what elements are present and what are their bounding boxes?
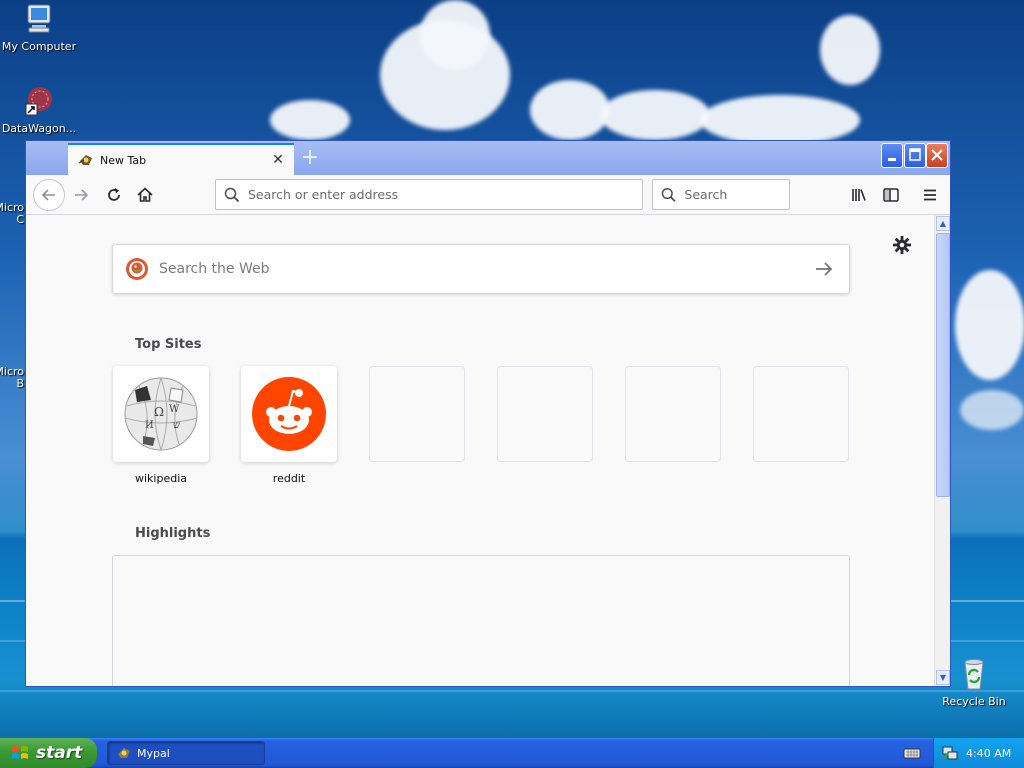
- hamburger-menu-icon: [924, 189, 936, 201]
- maximize-icon: [909, 148, 921, 161]
- sidebar-button[interactable]: [876, 180, 906, 210]
- cloud: [700, 95, 860, 145]
- close-window-button[interactable]: [926, 143, 948, 168]
- search-icon: [661, 187, 676, 202]
- url-bar[interactable]: [215, 179, 643, 210]
- cloud: [420, 0, 490, 70]
- sidebar-icon: [883, 188, 899, 202]
- vertical-scrollbar[interactable]: ▲ ▼: [934, 215, 950, 686]
- top-site-label: wikipedia: [134, 472, 187, 485]
- desktop-icon-label: Recycle Bin: [942, 695, 1006, 708]
- desktop-icon-label: Micro C: [0, 201, 24, 226]
- desktop-icon-label: DataWagon...: [1, 122, 77, 135]
- minimize-icon: [888, 158, 896, 161]
- top-site-label: reddit: [272, 472, 306, 485]
- wikipedia-logo-icon: Ω W И ש: [124, 377, 198, 451]
- reload-icon: [108, 188, 120, 201]
- system-tray: 4:40 AM: [933, 738, 1024, 768]
- desktop-icon-my-computer[interactable]: My Computer: [0, 2, 79, 53]
- desktop-icon-label: Micro B: [0, 365, 24, 390]
- network-icon[interactable]: [942, 745, 958, 761]
- top-site-tile-empty[interactable]: [753, 366, 849, 462]
- back-button[interactable]: [33, 179, 65, 211]
- search-bar[interactable]: [652, 179, 790, 210]
- windows-flag-icon: [12, 746, 28, 759]
- highlights-panel: [112, 555, 850, 686]
- datawagon-icon: [22, 84, 56, 118]
- mypal-icon: [118, 748, 130, 758]
- arrow-right-icon[interactable]: [813, 258, 835, 280]
- gear-icon[interactable]: [892, 235, 912, 255]
- keyboard-icon[interactable]: [903, 745, 921, 761]
- tab-title: New Tab: [100, 153, 147, 167]
- desktop-icon-datawagon[interactable]: DataWagon...: [0, 84, 79, 135]
- maximize-button[interactable]: [904, 143, 926, 168]
- highlights-title: Highlights: [135, 526, 211, 541]
- new-tab-page: Top Sites Ω W И ש wikipedia: [26, 215, 934, 686]
- web-search-input[interactable]: [159, 261, 779, 277]
- mypal-favicon-icon: [78, 152, 94, 168]
- home-icon: [137, 187, 153, 202]
- home-button[interactable]: [130, 180, 160, 210]
- library-icon: [852, 189, 866, 201]
- menu-button[interactable]: [915, 180, 945, 210]
- forward-button[interactable]: [66, 180, 96, 210]
- close-tab-icon[interactable]: ✕: [268, 150, 288, 170]
- desktop-icon-microsoft-c[interactable]: Micro C: [0, 202, 24, 226]
- tab-new-tab[interactable]: New Tab ✕: [68, 143, 294, 175]
- search-input[interactable]: [684, 187, 789, 202]
- start-label: start: [36, 743, 83, 763]
- scroll-thumb[interactable]: [936, 233, 950, 497]
- tab-strip: New Tab ✕ +: [26, 141, 950, 175]
- taskbar: start Mypal 4:40 AM: [0, 738, 1024, 768]
- cloud: [955, 270, 1024, 380]
- navigation-toolbar: [26, 175, 950, 215]
- scroll-up-icon[interactable]: ▲: [936, 216, 950, 231]
- cloud: [600, 90, 710, 140]
- url-input[interactable]: [248, 187, 604, 202]
- cloud: [820, 15, 880, 85]
- sea-wave: [0, 690, 1024, 692]
- top-sites-title: Top Sites: [135, 337, 202, 352]
- close-icon: [931, 149, 943, 161]
- start-button[interactable]: start: [0, 738, 97, 768]
- search-icon: [224, 187, 240, 202]
- top-site-tile-empty[interactable]: [369, 366, 465, 462]
- top-site-tile-empty[interactable]: [625, 366, 721, 462]
- duckduckgo-icon: [126, 258, 148, 280]
- browser-window: New Tab ✕ + Search or enter address Sear…: [25, 140, 951, 687]
- cloud: [530, 80, 610, 140]
- top-site-tile-reddit[interactable]: [241, 366, 337, 462]
- taskbar-item-mypal[interactable]: Mypal: [107, 741, 265, 765]
- computer-icon: [22, 2, 56, 36]
- clock[interactable]: 4:40 AM: [966, 747, 1011, 760]
- taskbar-item-label: Mypal: [137, 746, 170, 760]
- top-site-tile-wikipedia[interactable]: Ω W И ש: [113, 366, 209, 462]
- top-site-tile-empty[interactable]: [497, 366, 593, 462]
- arrow-left-icon: [41, 189, 55, 201]
- scroll-down-icon[interactable]: ▼: [936, 670, 950, 685]
- library-button[interactable]: [844, 180, 874, 210]
- svg-text:Ω: Ω: [154, 405, 164, 419]
- svg-text:ש: ש: [173, 420, 180, 431]
- svg-text:W: W: [169, 404, 180, 415]
- reddit-logo-icon: [252, 377, 326, 451]
- reload-button[interactable]: [99, 180, 129, 210]
- cloud: [960, 390, 1024, 430]
- svg-text:И: И: [145, 420, 154, 431]
- desktop-icon-microsoft-b[interactable]: Micro B: [0, 366, 24, 390]
- web-search-box[interactable]: [112, 244, 850, 294]
- cloud: [270, 100, 350, 140]
- new-tab-button[interactable]: +: [298, 147, 322, 171]
- desktop-icon-label: My Computer: [1, 40, 77, 53]
- arrow-right-icon: [75, 189, 89, 201]
- minimize-button[interactable]: [881, 143, 903, 168]
- recycle-bin-icon: [957, 657, 991, 691]
